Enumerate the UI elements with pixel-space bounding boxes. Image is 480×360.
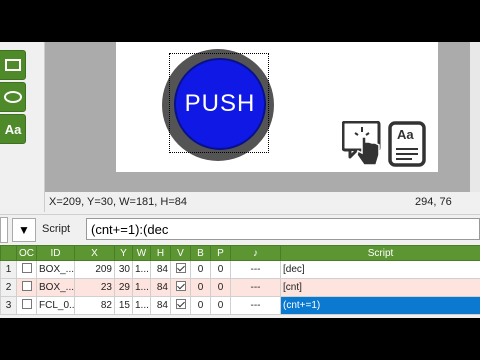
editor-window: Aa PUSH Aa X=209, Y=30, W=181, H=84 294,… [0, 42, 480, 318]
row-number[interactable]: 1 [0, 260, 17, 279]
column-header-v[interactable]: V [170, 245, 191, 261]
cell-id[interactable]: BOX_... [36, 278, 75, 297]
grid-header-row: OC ID X Y W H V B P ♪ Script [0, 245, 480, 261]
visible-checkbox[interactable] [170, 278, 191, 297]
column-header-b[interactable]: B [190, 245, 211, 261]
text-tool-button[interactable]: Aa [0, 114, 26, 144]
visible-checkbox[interactable] [170, 260, 191, 279]
cell-b[interactable]: 0 [190, 260, 211, 279]
cell-p[interactable]: 0 [210, 260, 231, 279]
cell-script[interactable]: [cnt] [280, 278, 480, 297]
cell-sound[interactable]: --- [230, 278, 281, 297]
row-number[interactable]: 2 [0, 278, 17, 297]
cell-script[interactable]: [dec] [280, 260, 480, 279]
column-header-sound[interactable]: ♪ [230, 245, 281, 261]
ellipse-icon [4, 91, 22, 103]
cell-p[interactable]: 0 [210, 278, 231, 297]
rectangle-tool-button[interactable] [0, 50, 26, 80]
ellipse-tool-button[interactable] [0, 82, 26, 112]
toolbox: Aa [0, 42, 45, 212]
selection-rectangle[interactable] [169, 53, 269, 153]
cursor-position-readout: 294, 76 [415, 196, 452, 208]
column-header-p[interactable]: P [210, 245, 231, 261]
vertical-scrollbar[interactable] [470, 42, 480, 192]
table-row[interactable]: 1 BOX_... 209 30 1... 84 0 0 --- [dec] [0, 260, 480, 279]
script-input[interactable]: (cnt+=1):(dec [86, 218, 480, 240]
design-canvas-area[interactable]: PUSH Aa [45, 42, 470, 192]
script-dropdown-button[interactable]: ▼ [12, 218, 36, 242]
column-header-h[interactable]: H [150, 245, 171, 261]
object-grid: OC ID X Y W H V B P ♪ Script 1 BOX_... 2… [0, 245, 480, 315]
selection-bounds-readout: X=209, Y=30, W=181, H=84 [49, 196, 188, 208]
touch-hand-icon[interactable] [341, 120, 382, 166]
cell-b[interactable]: 0 [190, 278, 211, 297]
cell-b[interactable]: 0 [190, 296, 211, 315]
script-left-field[interactable] [0, 217, 8, 243]
table-row[interactable]: 3 FCL_0... 82 15 1... 84 0 0 --- (cnt+=1… [0, 296, 480, 315]
script-label: Script [42, 223, 71, 235]
cell-h[interactable]: 84 [150, 260, 171, 279]
cell-y[interactable]: 29 [114, 278, 133, 297]
text-icon: Aa [4, 121, 22, 137]
status-bar: X=209, Y=30, W=181, H=84 294, 76 [45, 192, 470, 212]
text-document-icon[interactable]: Aa [388, 121, 428, 167]
cell-script-selected[interactable]: (cnt+=1) [280, 296, 480, 315]
document-icon-text: Aa [397, 127, 414, 142]
cell-p[interactable]: 0 [210, 296, 231, 315]
cell-y[interactable]: 15 [114, 296, 133, 315]
cell-w[interactable]: 1... [132, 296, 151, 315]
cell-w[interactable]: 1... [132, 278, 151, 297]
column-header-script[interactable]: Script [280, 245, 480, 261]
column-header-x[interactable]: X [74, 245, 115, 261]
cell-sound[interactable]: --- [230, 260, 281, 279]
cell-sound[interactable]: --- [230, 296, 281, 315]
script-bar: ▼ Script (cnt+=1):(dec [0, 214, 480, 243]
rectangle-icon [5, 59, 21, 71]
bottom-letterbox [0, 318, 480, 360]
design-canvas[interactable]: PUSH Aa [116, 42, 438, 172]
visible-checkbox[interactable] [170, 296, 191, 315]
column-header-oc[interactable]: OC [16, 245, 37, 261]
cell-h[interactable]: 84 [150, 296, 171, 315]
oc-checkbox[interactable] [16, 278, 37, 297]
oc-checkbox[interactable] [16, 296, 37, 315]
cell-x[interactable]: 23 [74, 278, 115, 297]
top-letterbox [0, 0, 480, 42]
cell-id[interactable]: FCL_0... [36, 296, 75, 315]
row-number[interactable]: 3 [0, 296, 17, 315]
column-header-y[interactable]: Y [114, 245, 133, 261]
column-header-id[interactable]: ID [36, 245, 75, 261]
cell-y[interactable]: 30 [114, 260, 133, 279]
column-header-w[interactable]: W [132, 245, 151, 261]
column-header-rownum[interactable] [0, 245, 17, 261]
cell-id[interactable]: BOX_... [36, 260, 75, 279]
oc-checkbox[interactable] [16, 260, 37, 279]
triangle-down-icon: ▼ [18, 223, 30, 237]
cell-w[interactable]: 1... [132, 260, 151, 279]
cell-x[interactable]: 82 [74, 296, 115, 315]
cell-x[interactable]: 209 [74, 260, 115, 279]
table-row[interactable]: 2 BOX_... 23 29 1... 84 0 0 --- [cnt] [0, 278, 480, 297]
cell-h[interactable]: 84 [150, 278, 171, 297]
